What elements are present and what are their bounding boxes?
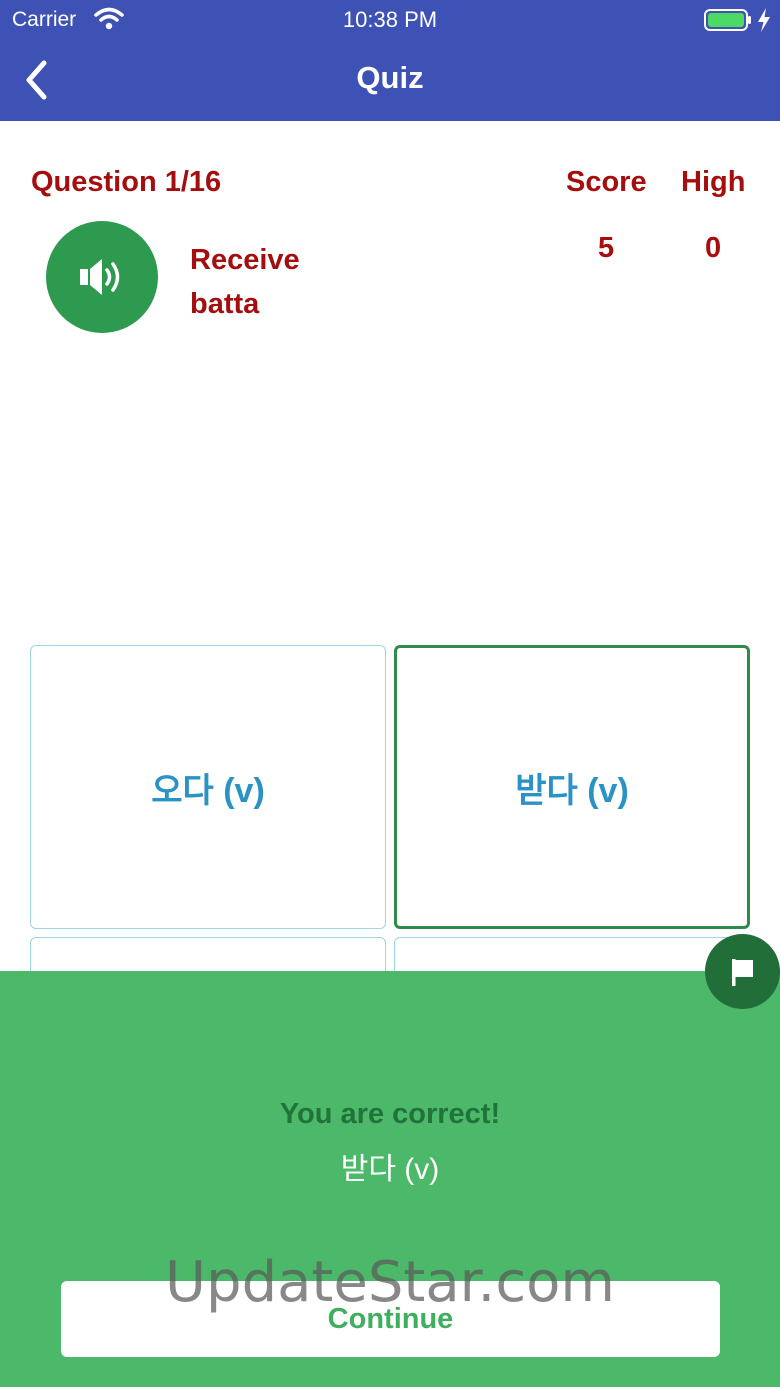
high-score-value: 0 — [705, 232, 722, 264]
word-english: Receive — [190, 244, 300, 276]
result-message: You are correct! — [279, 1098, 501, 1130]
quiz-screen: Carrier 10:38 PM Quiz Question 1/16 Scor… — [0, 0, 780, 1387]
play-audio-button[interactable] — [46, 221, 158, 333]
high-score-label: High — [681, 166, 746, 198]
nav-bar: Quiz — [0, 42, 780, 121]
continue-button[interactable]: Continue — [61, 1281, 720, 1357]
speaker-icon — [80, 259, 120, 295]
answer-option-1[interactable]: 오다 (v) — [30, 645, 386, 929]
question-counter: Question 1/16 — [31, 166, 222, 198]
battery-icon — [704, 9, 751, 31]
word-romanized: batta — [190, 288, 260, 320]
result-panel: You are correct! 받다 (v) Continue — [0, 971, 780, 1387]
charging-bolt-icon — [758, 8, 770, 32]
page-title: Quiz — [356, 60, 424, 95]
status-bar: Carrier 10:38 PM — [0, 0, 780, 42]
correct-answer: 받다 (v) — [340, 1153, 440, 1186]
score-label: Score — [566, 166, 647, 198]
answer-option-2[interactable]: 받다 (v) — [394, 645, 750, 929]
clock-time: 10:38 PM — [342, 7, 438, 32]
quiz-word: Receive batta — [190, 238, 300, 326]
report-flag-button[interactable] — [705, 934, 780, 1009]
score-value: 5 — [598, 232, 615, 264]
flag-icon — [731, 958, 753, 986]
